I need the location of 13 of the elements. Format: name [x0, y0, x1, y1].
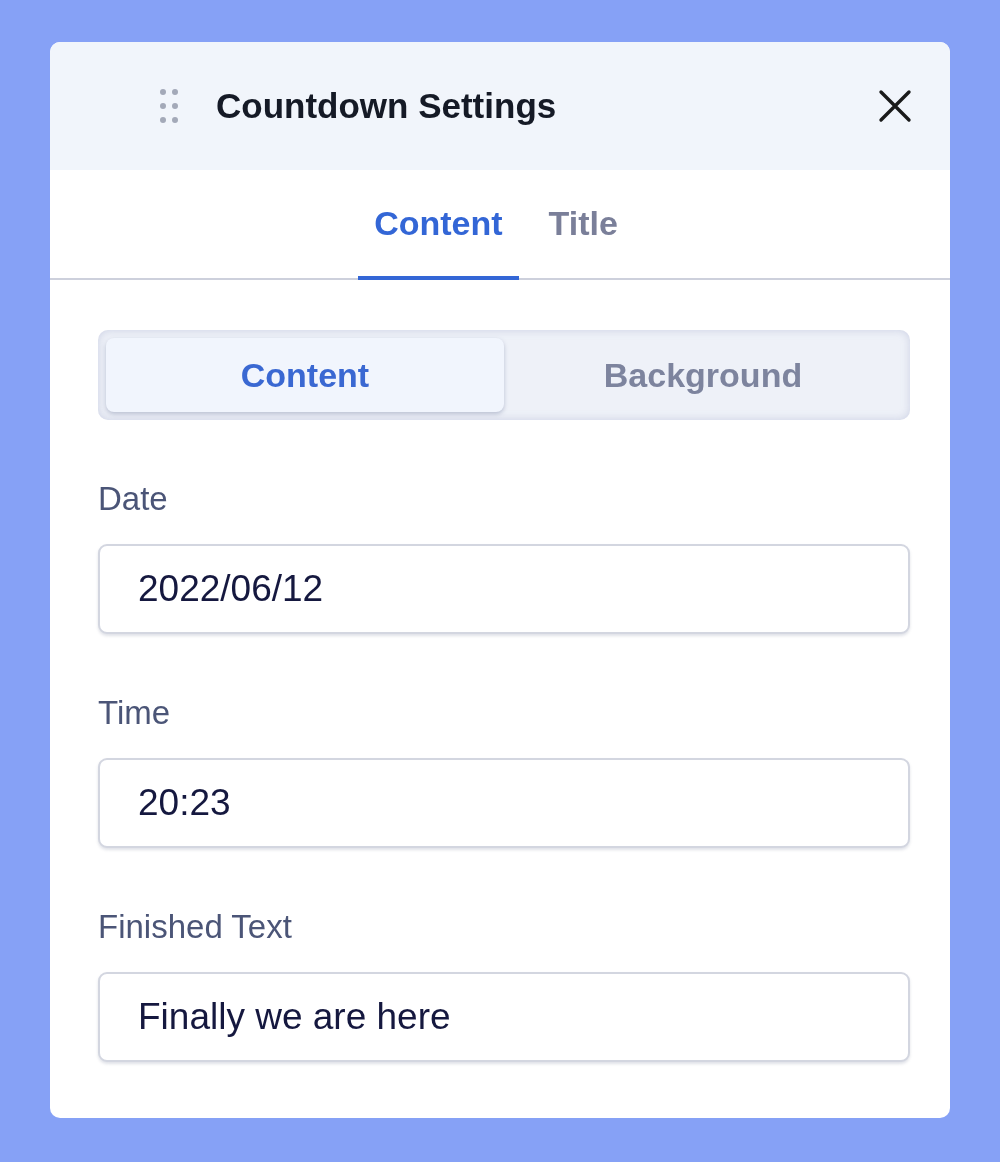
- input-field[interactable]: 20:23: [98, 758, 910, 848]
- input-field[interactable]: 2022/06/12: [98, 544, 910, 634]
- field-label: Date: [98, 480, 169, 518]
- panel-title: Countdown Settings: [216, 86, 558, 126]
- segment-button[interactable]: Content: [106, 338, 504, 412]
- field-label: Finished Text: [98, 908, 293, 946]
- field-label: Time: [98, 694, 172, 732]
- tab[interactable]: Title: [532, 170, 634, 280]
- tab[interactable]: Content: [358, 170, 519, 280]
- segment-button[interactable]: Background: [504, 338, 902, 412]
- close-icon[interactable]: [878, 89, 912, 123]
- drag-handle-icon[interactable]: [158, 88, 180, 124]
- input-field[interactable]: Finally we are here: [98, 972, 910, 1062]
